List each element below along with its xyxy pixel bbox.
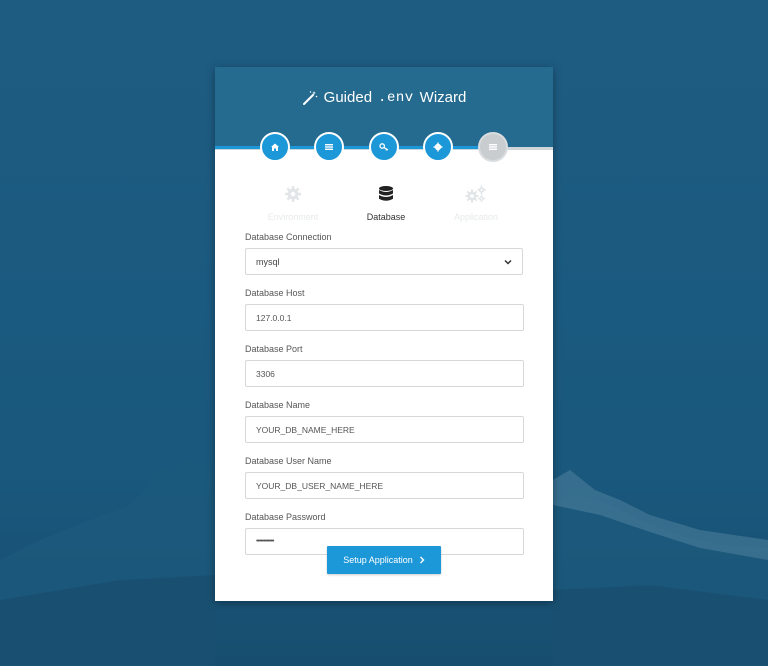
tab-database[interactable]: Database: [341, 185, 431, 225]
field-port: Database Port 3306: [245, 344, 524, 387]
database-form: Database Connection mysql Database Host …: [245, 232, 524, 568]
tab-application[interactable]: Application: [431, 185, 521, 225]
title-prefix: Guided: [323, 89, 373, 106]
list-icon: [489, 144, 497, 150]
step-indicator: [215, 132, 553, 162]
wizard-card: Guided .env Wizard Environment Database …: [215, 67, 553, 601]
user-label: Database User Name: [245, 456, 332, 466]
cog-icon: [433, 142, 443, 152]
password-label: Database Password: [245, 512, 326, 522]
connection-value: mysql: [256, 256, 280, 267]
step-list-inactive[interactable]: [478, 132, 508, 162]
db-name-input[interactable]: YOUR_DB_NAME_HERE: [245, 416, 524, 443]
tab-label-application: Application: [453, 212, 499, 222]
key-icon: [379, 143, 389, 151]
step-key[interactable]: [369, 132, 399, 162]
list-icon: [325, 144, 333, 150]
magic-wand-icon: [302, 90, 317, 105]
title-code: .env: [378, 89, 414, 106]
tab-label-database: Database: [366, 212, 406, 222]
chevron-down-icon: [504, 259, 512, 265]
field-connection: Database Connection mysql: [245, 232, 524, 275]
setup-application-button[interactable]: Setup Application: [327, 546, 441, 574]
page-title: Guided .env Wizard: [215, 89, 553, 106]
title-suffix: Wizard: [419, 89, 467, 106]
home-icon: [271, 143, 279, 151]
tab-label-environment: Environment: [267, 212, 319, 222]
name-label: Database Name: [245, 400, 311, 410]
port-input[interactable]: 3306: [245, 360, 524, 387]
gears-icon: [465, 185, 486, 203]
database-icon: [379, 186, 393, 201]
connection-select[interactable]: mysql: [245, 248, 523, 275]
setup-application-label: Setup Application: [343, 555, 413, 565]
tab-bar: Environment Database Application: [215, 185, 553, 225]
step-home[interactable]: [260, 132, 290, 162]
user-name-input[interactable]: YOUR_DB_USER_NAME_HERE: [245, 472, 524, 499]
host-label: Database Host: [245, 288, 305, 298]
chevron-right-icon: [419, 556, 425, 564]
host-input[interactable]: 127.0.0.1: [245, 304, 524, 331]
tab-environment[interactable]: Environment: [248, 185, 338, 225]
port-label: Database Port: [245, 344, 303, 354]
field-user: Database User Name YOUR_DB_USER_NAME_HER…: [245, 456, 524, 499]
step-list[interactable]: [314, 132, 344, 162]
field-name: Database Name YOUR_DB_NAME_HERE: [245, 400, 524, 443]
step-cog[interactable]: [423, 132, 453, 162]
field-host: Database Host 127.0.0.1: [245, 288, 524, 331]
gear-icon: [285, 186, 301, 202]
submit-row: Setup Application: [215, 546, 553, 574]
connection-label: Database Connection: [245, 232, 332, 242]
